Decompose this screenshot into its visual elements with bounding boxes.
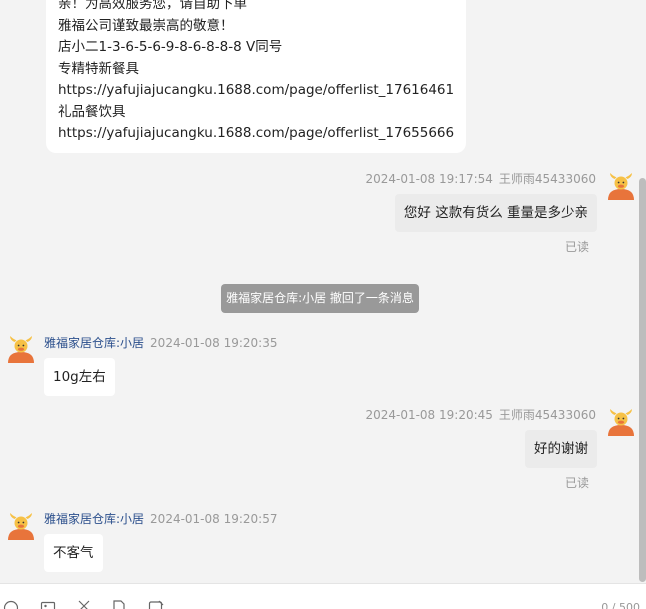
chat-history: 亲！为高效服务您，请自助下单 雅福公司谨致最崇高的敬意！ 店小二1-3-6-5-… [0,0,646,583]
message-line: 专精特新餐具 [58,60,139,77]
screenshot-icon[interactable] [148,600,164,609]
message-line: 亲！为高效服务您，请自助下单 [58,0,247,12]
bull-avatar-icon [608,173,634,200]
scrollbar-thumb[interactable] [639,178,646,582]
message-bubble-outgoing: 您好 这款有货么 重量是多少亲 [394,194,597,232]
read-status: 已读 [564,476,589,490]
message-time: 2024-01-08 19:20:45 [365,408,493,422]
character-counter: 0 / 500 [601,601,640,609]
read-status: 已读 [564,240,589,254]
image-icon[interactable] [40,600,56,609]
avatar-icon[interactable] [606,170,636,200]
message-time: 2024-01-08 19:17:54 [365,172,493,186]
bull-avatar-icon [8,336,34,363]
message-bubble-incoming: 10g左右 [44,358,115,396]
bull-avatar-icon [608,409,634,436]
scissors-icon[interactable] [76,600,92,609]
message-bubble-incoming: 不客气 [44,534,103,572]
avatar-icon[interactable] [606,406,636,436]
recall-notice: 雅福家居仓库:小居 撤回了一条消息 [221,284,419,313]
message-time: 2024-01-08 19:20:57 [150,512,278,526]
message-link[interactable]: https://yafujiajucangku.1688.com/page/of… [58,80,454,102]
message-meta: 2024-01-08 19:20:45 王师雨45433060 [365,406,596,423]
message-link[interactable]: https://yafujiajucangku.1688.com/page/of… [58,123,454,145]
avatar-icon[interactable] [6,510,36,540]
sender-name: 王师雨45433060 [498,408,596,422]
message-time: 2024-01-08 19:20:35 [150,336,278,350]
message-bubble-incoming: 亲！为高效服务您，请自助下单 雅福公司谨致最崇高的敬意！ 店小二1-3-6-5-… [46,0,466,153]
message-line: 雅福公司谨致最崇高的敬意！ [58,17,234,34]
message-line: 礼品餐饮具 [58,103,126,120]
input-toolbar: 0 / 500 [0,583,646,609]
message-bubble-outgoing: 好的谢谢 [525,430,597,468]
file-icon[interactable] [111,600,127,609]
avatar-icon[interactable] [6,333,36,363]
sender-name[interactable]: 雅福家居仓库:小居 [44,336,144,350]
scrollbar[interactable] [637,0,646,583]
message-meta: 2024-01-08 19:17:54 王师雨45433060 [365,170,596,187]
message-meta: 雅福家居仓库:小居 2024-01-08 19:20:57 [44,510,278,527]
sender-name[interactable]: 雅福家居仓库:小居 [44,512,144,526]
bull-avatar-icon [8,513,34,540]
message-line: 店小二1-3-6-5-6-9-8-6-8-8-8 V同号 [58,39,283,55]
emoji-icon[interactable] [3,600,19,609]
message-meta: 雅福家居仓库:小居 2024-01-08 19:20:35 [44,334,278,351]
sender-name: 王师雨45433060 [498,172,596,186]
